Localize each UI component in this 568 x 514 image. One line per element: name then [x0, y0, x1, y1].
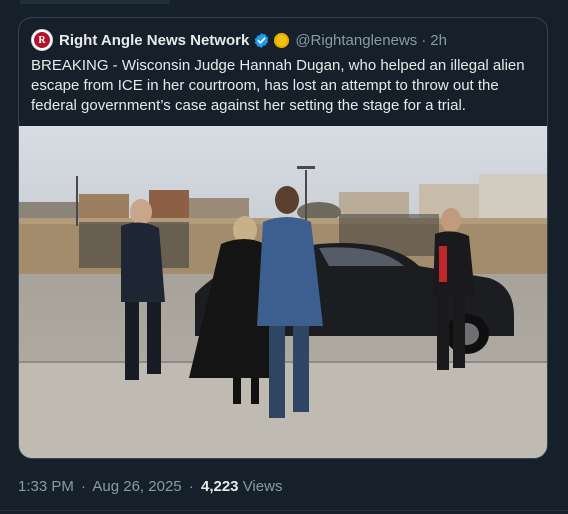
handle[interactable]: @Rightanglenews [295, 32, 417, 49]
footer-separator-1: · [81, 478, 87, 495]
verified-badge-icon [255, 32, 269, 48]
photo-illustration [19, 126, 547, 458]
tweet-text: BREAKING - Wisconsin Judge Hannah Dugan,… [31, 57, 525, 114]
views-label: Views [242, 478, 283, 495]
display-name[interactable]: Right Angle News Network [59, 32, 249, 49]
views-count: 4,223 [200, 478, 239, 495]
quoted-tweet-card[interactable]: R Right Angle News Network @Rightanglene… [18, 17, 548, 459]
gold-badge-icon [274, 32, 290, 48]
avatar-logo: R [34, 32, 50, 48]
footer-separator-2: · [188, 478, 194, 495]
previous-content-strip [0, 0, 568, 12]
bottom-divider [0, 510, 568, 511]
header-separator: · [421, 31, 427, 49]
avatar[interactable]: R [31, 29, 53, 51]
post-date[interactable]: Aug 26, 2025 [92, 478, 181, 495]
tweet-photo[interactable] [19, 126, 547, 458]
post-time[interactable]: 1:33 PM [18, 478, 74, 495]
quoted-tweet-header: R Right Angle News Network @Rightanglene… [31, 28, 447, 52]
tweet-footer: 1:33 PM · Aug 26, 2025 · 4,223 Views [18, 478, 282, 495]
time-ago[interactable]: 2h [430, 32, 447, 49]
